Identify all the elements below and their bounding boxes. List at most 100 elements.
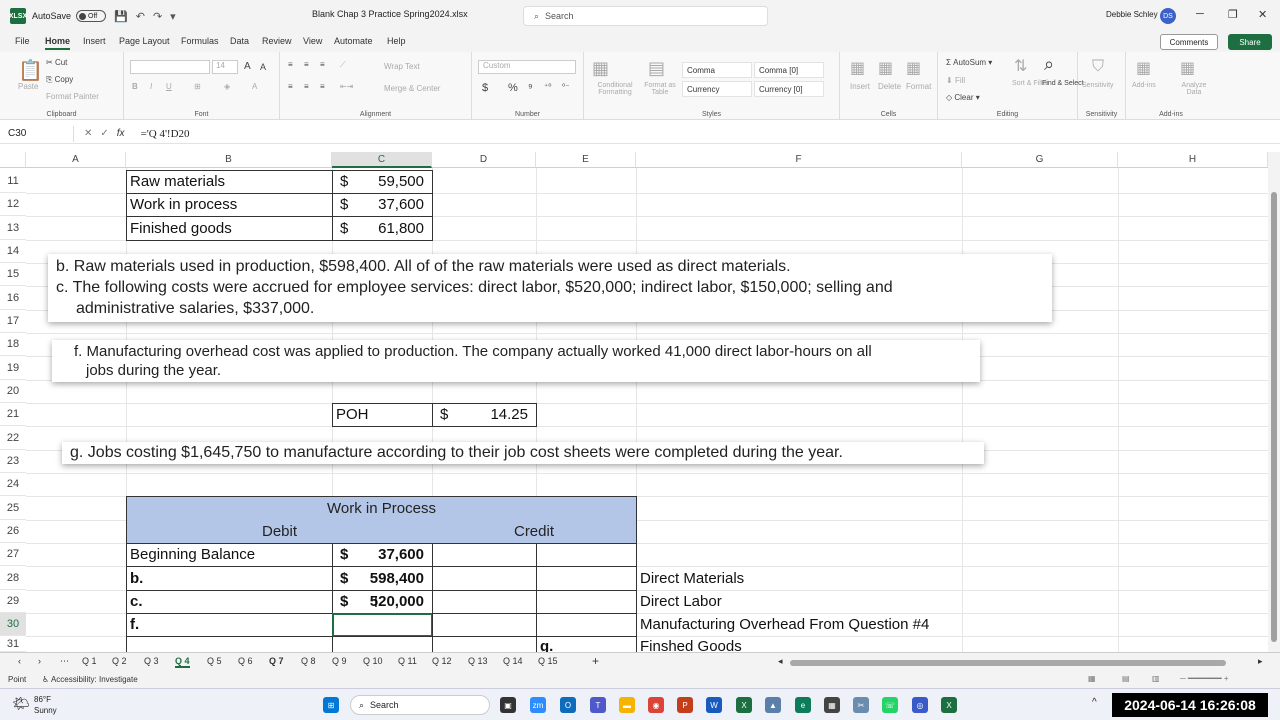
- cell-d27[interactable]: [432, 543, 537, 567]
- fx-icon[interactable]: fx: [117, 128, 125, 139]
- align-top-icon[interactable]: ≡: [288, 60, 293, 69]
- sort-filter-icon[interactable]: ⇅: [1014, 56, 1027, 76]
- horizontal-scrollbar[interactable]: [790, 660, 1226, 666]
- delete-cells-icon[interactable]: ▦: [878, 58, 893, 78]
- comma-icon[interactable]: ⁹: [528, 82, 533, 94]
- col-header-b[interactable]: B: [126, 152, 332, 168]
- search-box[interactable]: ⌕ Search: [523, 6, 768, 26]
- col-header-d[interactable]: D: [432, 152, 536, 168]
- minimize-icon[interactable]: ─: [1196, 8, 1204, 20]
- tab-q10[interactable]: Q 10: [363, 656, 383, 666]
- cell-e28[interactable]: [536, 566, 637, 591]
- cell-d28[interactable]: [432, 566, 537, 591]
- accessibility-status[interactable]: ♿ Accessibility: Investigate: [42, 675, 138, 684]
- save-icon[interactable]: 💾: [114, 10, 128, 23]
- page-break-view-icon[interactable]: ▥: [1152, 674, 1160, 683]
- more-sheets-icon[interactable]: ⋯: [60, 656, 69, 667]
- row-header[interactable]: 31: [0, 636, 26, 652]
- align-bottom-icon[interactable]: ≡: [320, 60, 325, 69]
- system-clock[interactable]: 2024-06-14 16:26:08: [1112, 693, 1268, 717]
- menu-data[interactable]: Data: [230, 36, 249, 46]
- col-header-c[interactable]: C: [332, 152, 432, 168]
- row-header[interactable]: 14: [0, 240, 26, 263]
- row-header[interactable]: 23: [0, 450, 26, 473]
- addins-button[interactable]: Add-ins: [1132, 82, 1156, 89]
- scroll-right-icon[interactable]: ▸: [1258, 656, 1263, 667]
- page-layout-view-icon[interactable]: ▤: [1122, 674, 1130, 683]
- tab-q7[interactable]: Q 7: [269, 656, 284, 666]
- col-header-h[interactable]: H: [1118, 152, 1268, 168]
- col-header-g[interactable]: G: [962, 152, 1118, 168]
- row-header[interactable]: 19: [0, 356, 26, 380]
- spreadsheet-grid[interactable]: A B C D E F G H 11 12 13 14 15 16 17 18 …: [0, 152, 1268, 652]
- analyze-data-icon[interactable]: ▦: [1180, 58, 1195, 78]
- cell-e30[interactable]: [536, 613, 637, 637]
- row-header[interactable]: 17: [0, 310, 26, 333]
- style-currency-0[interactable]: Currency [0]: [754, 81, 824, 97]
- col-header-f[interactable]: F: [636, 152, 962, 168]
- file-explorer-icon[interactable]: ▬: [619, 697, 635, 713]
- teams-icon[interactable]: T: [590, 697, 606, 713]
- wrap-text-button[interactable]: Wrap Text: [384, 62, 420, 71]
- row-header[interactable]: 21: [0, 403, 26, 426]
- col-header-e[interactable]: E: [536, 152, 636, 168]
- cell-b28[interactable]: [126, 566, 333, 591]
- autosum-button[interactable]: Σ AutoSum ▾: [946, 58, 992, 67]
- row-header[interactable]: 27: [0, 543, 26, 566]
- row-header[interactable]: 25: [0, 496, 26, 520]
- cut-button[interactable]: ✂ Cut: [46, 58, 67, 67]
- percent-icon[interactable]: %: [508, 82, 518, 94]
- row-header[interactable]: 13: [0, 216, 26, 240]
- next-sheet-icon[interactable]: ›: [38, 656, 41, 666]
- whatsapp-icon[interactable]: ☏: [882, 697, 898, 713]
- enter-icon[interactable]: ✓: [100, 128, 108, 139]
- tab-q4[interactable]: Q 4: [175, 656, 190, 668]
- task-view-icon[interactable]: ▣: [500, 697, 516, 713]
- tab-q1[interactable]: Q 1: [82, 656, 97, 666]
- fill-color-icon[interactable]: ◈: [224, 82, 230, 91]
- style-comma-0[interactable]: Comma [0]: [754, 62, 824, 78]
- prev-sheet-icon[interactable]: ‹: [18, 656, 21, 666]
- weather-icon[interactable]: 🌤: [12, 695, 30, 712]
- copy-button[interactable]: ⎘ Copy: [46, 75, 73, 85]
- increase-font-icon[interactable]: A: [244, 61, 251, 72]
- row-header[interactable]: 20: [0, 380, 26, 403]
- currency-icon[interactable]: $: [482, 82, 488, 94]
- orientation-icon[interactable]: ⟋: [340, 60, 346, 70]
- col-header-a[interactable]: A: [26, 152, 126, 168]
- sensitivity-button[interactable]: Sensitivity: [1082, 82, 1114, 89]
- normal-view-icon[interactable]: ▦: [1088, 674, 1096, 683]
- tab-q5[interactable]: Q 5: [207, 656, 222, 666]
- align-center-icon[interactable]: ≡: [304, 82, 309, 91]
- insert-cells-icon[interactable]: ▦: [850, 58, 865, 78]
- chrome-icon[interactable]: ◉: [648, 697, 664, 713]
- menu-home[interactable]: Home: [45, 36, 71, 50]
- menu-view[interactable]: View: [303, 36, 322, 46]
- delete-button[interactable]: Delete: [878, 82, 901, 91]
- font-color-icon[interactable]: A: [252, 82, 257, 91]
- decrease-font-icon[interactable]: A: [260, 62, 266, 72]
- indent-icon[interactable]: ⇤⇥: [340, 82, 353, 91]
- cell-d31[interactable]: [432, 636, 537, 652]
- quick-access-more-icon[interactable]: ▾: [170, 10, 176, 23]
- format-as-table-button[interactable]: Format as Table: [640, 82, 680, 96]
- row-header[interactable]: 12: [0, 193, 26, 216]
- row-header[interactable]: 24: [0, 473, 26, 496]
- format-cells-icon[interactable]: ▦: [906, 58, 921, 78]
- row-header[interactable]: 29: [0, 590, 26, 613]
- name-box[interactable]: C30: [6, 125, 74, 142]
- menu-insert[interactable]: Insert: [83, 36, 106, 46]
- excel-taskbar-icon[interactable]: X: [736, 697, 752, 713]
- italic-icon[interactable]: I: [150, 82, 152, 91]
- row-header[interactable]: 11: [0, 170, 26, 193]
- row-header[interactable]: 30: [0, 613, 26, 636]
- autosave-toggle[interactable]: Off: [76, 10, 107, 22]
- edge-icon[interactable]: e: [795, 697, 811, 713]
- clear-button[interactable]: ◇ Clear ▾: [946, 93, 980, 102]
- tab-q3[interactable]: Q 3: [144, 656, 159, 666]
- row-header[interactable]: 26: [0, 520, 26, 543]
- snipping-tool-icon[interactable]: ✂: [853, 697, 869, 713]
- row-header[interactable]: 28: [0, 566, 26, 590]
- tab-q14[interactable]: Q 14: [503, 656, 523, 666]
- comments-button[interactable]: Comments: [1160, 34, 1218, 50]
